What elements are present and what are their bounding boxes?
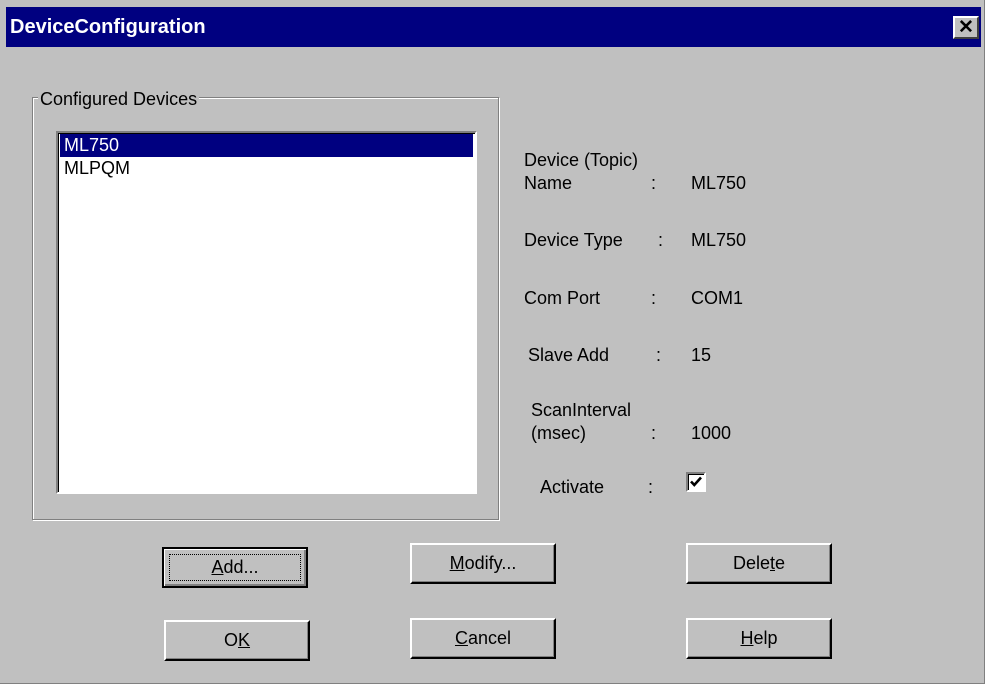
window-title: DeviceConfiguration bbox=[10, 16, 206, 38]
checkmark-icon bbox=[690, 476, 702, 487]
device-name-separator: : bbox=[651, 173, 657, 193]
modify-button[interactable]: Modify... bbox=[410, 543, 556, 584]
add-button[interactable]: Add... bbox=[162, 547, 308, 588]
cancel-button[interactable]: Cancel bbox=[410, 618, 556, 659]
scan-interval-separator: : bbox=[651, 423, 657, 443]
delete-button[interactable]: Delete bbox=[686, 543, 832, 584]
com-port-separator: : bbox=[651, 288, 657, 308]
device-type-value: ML750 bbox=[691, 230, 747, 250]
ok-button[interactable]: OK bbox=[164, 620, 310, 661]
device-name-value: ML750 bbox=[691, 173, 747, 193]
close-button[interactable]: ✕ bbox=[953, 16, 979, 39]
scan-interval-value: 1000 bbox=[691, 423, 732, 443]
device-list[interactable]: ML750 MLPQM bbox=[56, 131, 477, 494]
title-bar[interactable]: DeviceConfiguration ✕ bbox=[6, 7, 981, 47]
activate-separator: : bbox=[648, 477, 654, 497]
configured-devices-legend: Configured Devices bbox=[38, 89, 200, 109]
slave-add-value: 15 bbox=[691, 345, 712, 365]
com-port-value: COM1 bbox=[691, 288, 744, 308]
scan-interval-label-line2: (msec) bbox=[531, 423, 586, 443]
slave-add-separator: : bbox=[656, 345, 662, 365]
com-port-label: Com Port bbox=[524, 288, 601, 308]
device-name-label-line2: Name bbox=[524, 173, 573, 193]
device-type-separator: : bbox=[658, 230, 664, 250]
list-item-ml750[interactable]: ML750 bbox=[60, 134, 473, 157]
help-button[interactable]: Help bbox=[686, 618, 832, 659]
device-configuration-dialog: DeviceConfiguration ✕ Configured Devices… bbox=[0, 0, 985, 684]
activate-checkbox[interactable] bbox=[686, 472, 706, 492]
scan-interval-label-line1: ScanInterval bbox=[531, 400, 632, 420]
list-item-mlpqm[interactable]: MLPQM bbox=[60, 157, 473, 180]
activate-label: Activate bbox=[540, 477, 605, 497]
close-icon: ✕ bbox=[958, 17, 974, 38]
device-type-label: Device Type bbox=[524, 230, 623, 250]
focus-rectangle: Add... bbox=[169, 554, 301, 581]
device-name-label-line1: Device (Topic) bbox=[524, 150, 639, 170]
slave-add-label: Slave Add bbox=[528, 345, 610, 365]
